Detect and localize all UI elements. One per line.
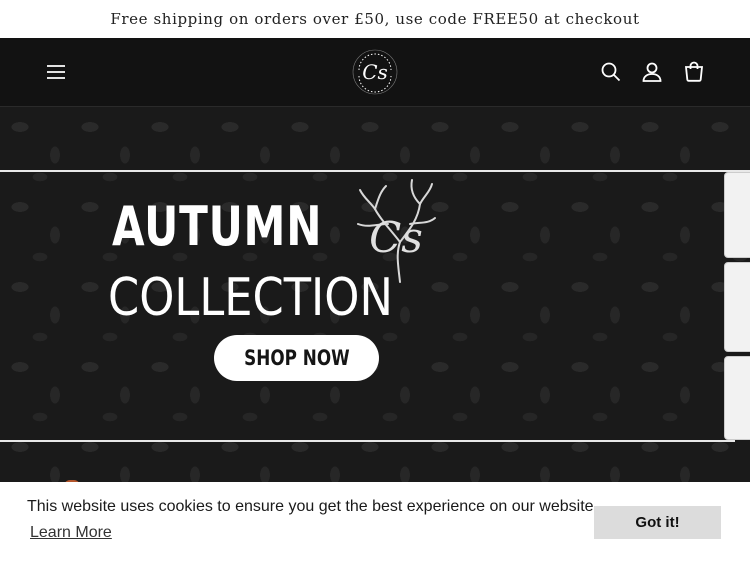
search-icon[interactable]	[599, 60, 623, 84]
site-header: Cs	[0, 38, 750, 107]
cart-icon[interactable]	[682, 60, 706, 84]
product-image[interactable]	[724, 356, 750, 440]
hero-title-line1: AUTUMN	[112, 195, 323, 258]
hero-bottom-border	[0, 440, 735, 442]
shop-now-button[interactable]: SHOP NOW	[214, 335, 379, 381]
logo-letters: Cs	[362, 60, 388, 84]
shop-now-label: SHOP NOW	[243, 346, 350, 370]
hamburger-menu-icon[interactable]	[44, 60, 68, 84]
learn-more-link[interactable]: Learn More	[30, 524, 112, 542]
hero-top-border	[0, 170, 750, 172]
accept-cookies-button[interactable]: Got it!	[594, 506, 721, 539]
hero-title-line2: COLLECTION	[108, 268, 393, 328]
product-image[interactable]	[724, 262, 750, 352]
cookie-message: This website uses cookies to ensure you …	[27, 498, 598, 515]
product-image[interactable]	[724, 172, 750, 258]
cs-logo-icon[interactable]: Cs	[351, 48, 399, 96]
announcement-text: Free shipping on orders over £50, use co…	[110, 10, 640, 28]
announcement-bar: Free shipping on orders over £50, use co…	[0, 0, 750, 38]
user-icon[interactable]	[640, 60, 664, 84]
tree-logo-letters: Cs	[369, 213, 423, 262]
